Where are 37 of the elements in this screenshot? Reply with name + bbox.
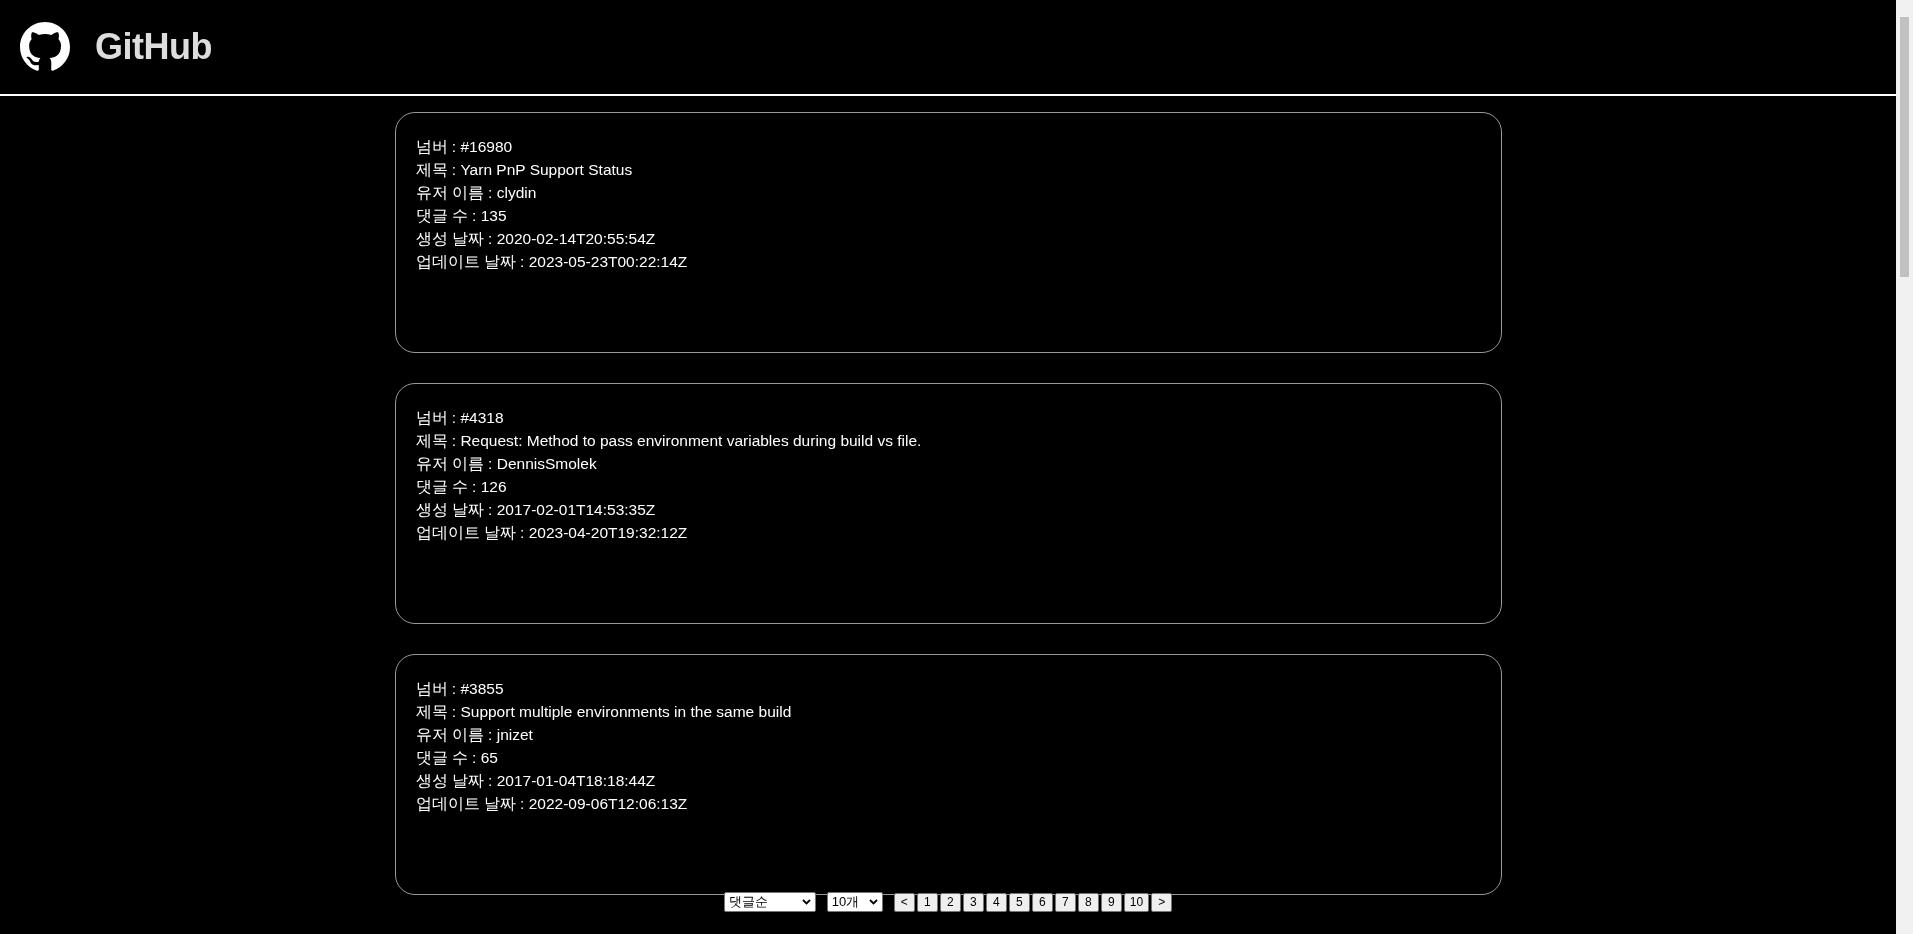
issue-field-text: 유저 이름 : DennisSmolek (415, 454, 597, 474)
page-number-button[interactable]: 8 (1077, 892, 1099, 912)
issue-field-text: 제목 : Request: Method to pass environment variables during build vs file. (415, 431, 922, 451)
issue-field-text: 유저 이름 : jnizet (415, 725, 533, 745)
issue-field-text: 댓글 수 : 126 (415, 477, 507, 497)
page-number-button[interactable]: 2 (939, 892, 961, 912)
issue-field-text: 댓글 수 : 65 (415, 748, 498, 768)
scrollbar[interactable] (1896, 0, 1913, 934)
issue-field-text: 생성 날짜 : 2017-01-04T18:18:44Z (415, 771, 656, 791)
page-number-button[interactable]: 9 (1100, 892, 1122, 912)
site-title: GitHub (95, 26, 212, 68)
previous-page-button[interactable]: < (893, 892, 915, 912)
page-number-button[interactable]: 3 (962, 892, 984, 912)
issue-field-text: 넘버 : #16980 (415, 137, 513, 157)
page-number-button[interactable]: 6 (1031, 892, 1053, 912)
page-number-button[interactable]: 10 (1123, 892, 1150, 912)
octocat-logo-icon (20, 22, 70, 72)
next-page-button[interactable]: > (1151, 892, 1173, 912)
page-number-button[interactable]: 5 (1008, 892, 1030, 912)
page-number-button[interactable]: 7 (1054, 892, 1076, 912)
page-size-select[interactable]: 10개 (826, 892, 883, 912)
chevron-down-icon (868, 899, 878, 905)
sort-select[interactable]: 댓글순 (723, 892, 816, 912)
page-number-button[interactable]: 4 (985, 892, 1007, 912)
issue-field-text: 댓글 수 : 135 (415, 206, 507, 226)
chevron-down-icon (801, 899, 811, 905)
issue-field-text: 생성 날짜 : 2017-02-01T14:53:35Z (415, 500, 656, 520)
issue-field-text: 업데이트 날짜 : 2022-09-06T12:06:13Z (415, 794, 688, 814)
issue-field-text: 제목 : Yarn PnP Support Status (415, 160, 633, 180)
issue-field-text: 제목 : Support multiple environments in the same build (415, 702, 792, 722)
issue-field-text: 넘버 : #3855 (415, 679, 504, 699)
issue-field-text: 업데이트 날짜 : 2023-04-20T19:32:12Z (415, 523, 688, 543)
issue-field-text: 유저 이름 : clydin (415, 183, 537, 203)
page-number-button[interactable]: 1 (916, 892, 938, 912)
issue-field-text: 업데이트 날짜 : 2023-05-23T00:22:14Z (415, 252, 688, 272)
issue-field-text: 생성 날짜 : 2020-02-14T20:55:54Z (415, 229, 656, 249)
issue-field-text: 넘버 : #4318 (415, 408, 504, 428)
